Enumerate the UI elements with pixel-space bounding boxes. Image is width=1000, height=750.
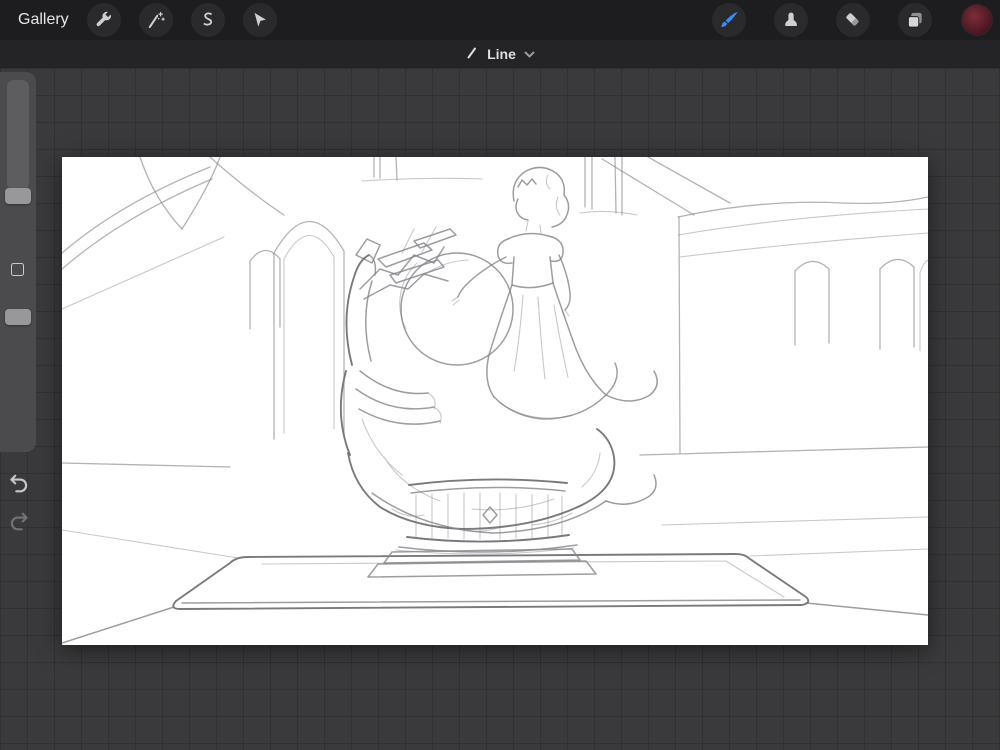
opacity-handle[interactable] (5, 309, 31, 325)
modify-button[interactable] (11, 263, 24, 276)
smudge-finger-icon (781, 10, 801, 30)
layers-button[interactable] (898, 3, 932, 37)
layers-icon (905, 10, 925, 30)
sketch-sphere (355, 226, 514, 366)
right-tool-group (712, 3, 994, 37)
brush-size-slider[interactable] (7, 80, 29, 190)
sidebar (0, 72, 36, 452)
left-tool-group (86, 3, 277, 37)
eraser-icon (843, 10, 863, 30)
wrench-icon (94, 10, 114, 30)
brush-icon (718, 9, 740, 31)
gallery-button[interactable]: Gallery (16, 7, 71, 33)
sketch-figure (451, 166, 658, 420)
tool-status-bar: Line (0, 40, 1000, 68)
color-button[interactable] (960, 3, 994, 37)
selection-button[interactable] (190, 3, 225, 37)
chevron-down-icon (524, 46, 535, 62)
top-toolbar: Gallery (0, 0, 1000, 40)
sketch-drawing (62, 157, 928, 644)
actions-button[interactable] (86, 3, 121, 37)
brush-size-handle[interactable] (5, 188, 31, 204)
pencil-slash-icon (465, 45, 479, 63)
magic-wand-icon (146, 10, 166, 30)
sketch-hand (339, 254, 657, 534)
selection-s-icon (198, 10, 218, 30)
current-tool-label: Line (487, 46, 516, 62)
erase-tool-button[interactable] (836, 3, 870, 37)
paint-tool-button[interactable] (712, 3, 746, 37)
redo-button[interactable] (6, 510, 32, 536)
transform-button[interactable] (242, 3, 277, 37)
redo-arrow-icon (6, 512, 32, 539)
drawing-canvas[interactable] (62, 157, 928, 645)
sketch-floor (62, 516, 928, 644)
undo-button[interactable] (6, 472, 32, 498)
color-swatch-icon (960, 3, 994, 37)
smudge-tool-button[interactable] (774, 3, 808, 37)
undo-arrow-icon (6, 474, 32, 501)
adjustments-button[interactable] (138, 3, 173, 37)
transform-arrow-icon (250, 10, 270, 30)
sketch-architecture (62, 157, 928, 468)
current-tool-button[interactable]: Line (459, 44, 541, 64)
